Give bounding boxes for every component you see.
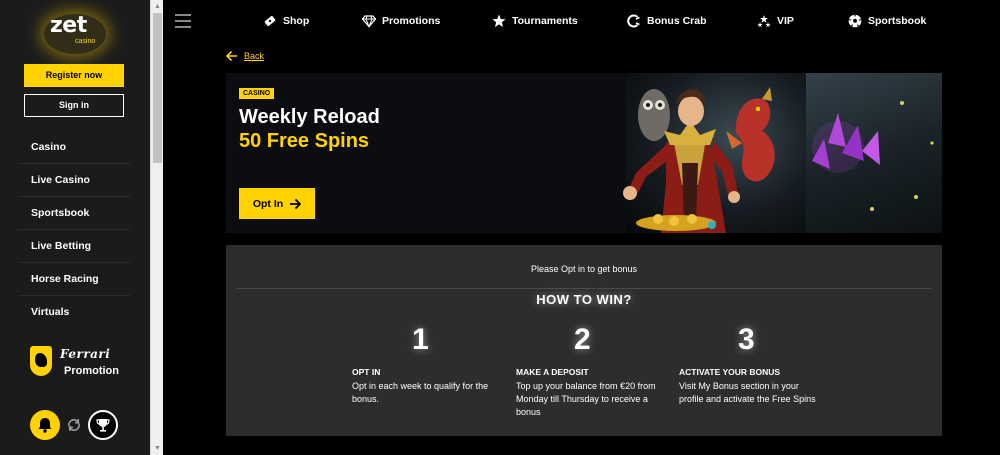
topnav-label: Sportsbook	[868, 15, 927, 27]
arrow-right-icon	[290, 198, 302, 209]
ferrari-brand: Ferrari	[60, 347, 111, 361]
sidebar-item-horse-racing[interactable]: Horse Racing	[18, 263, 130, 296]
signin-button[interactable]: Sign in	[24, 94, 124, 117]
step-description: Visit My Bonus section in your profile a…	[679, 381, 816, 404]
swap-icon[interactable]	[66, 417, 82, 433]
scrollbar-thumb[interactable]	[153, 13, 162, 163]
sidebar-bottom-icons	[30, 410, 130, 442]
logo-text: zet	[50, 13, 87, 38]
logo-subtext: casino	[75, 38, 96, 45]
sidebar-item-sportsbook[interactable]: Sportsbook	[18, 197, 130, 230]
hamburger-menu-icon[interactable]	[175, 14, 191, 28]
crab-icon	[627, 14, 640, 28]
ferrari-promo-label: Promotion	[64, 365, 119, 377]
promo-banner: CASINO Weekly Reload 50 Free Spins Opt I…	[226, 73, 942, 233]
category-badge: CASINO	[239, 88, 275, 99]
opt-in-button[interactable]: Opt In	[239, 188, 315, 219]
bonus-info-panel: Please Opt in to get bonus HOW TO WIN? 1…	[226, 245, 942, 436]
zet-casino-logo[interactable]: zet casino	[44, 13, 106, 54]
topnav-vip[interactable]: VIP	[757, 12, 794, 30]
register-button[interactable]: Register now	[24, 64, 124, 87]
ferrari-shield-icon	[30, 346, 52, 376]
banner-title: Weekly Reload	[239, 106, 380, 128]
back-link[interactable]: Back	[226, 50, 264, 62]
divider	[236, 288, 932, 289]
banner-subtitle: 50 Free Spins	[239, 130, 370, 152]
diamond-icon	[362, 15, 376, 28]
sidebar-item-live-betting[interactable]: Live Betting	[18, 230, 130, 263]
topnav-shop[interactable]: Shop	[263, 12, 309, 30]
scroll-down-arrow-icon[interactable]: ▼	[153, 444, 162, 453]
arrow-left-icon	[226, 50, 237, 62]
topnav-label: Tournaments	[512, 15, 578, 27]
topnav-label: VIP	[777, 15, 794, 27]
sidebar-nav: Casino Live Casino Sportsbook Live Betti…	[18, 131, 130, 329]
topnav-bonus-crab[interactable]: Bonus Crab	[627, 12, 707, 30]
step-number: 1	[412, 323, 429, 356]
how-to-win-heading: HOW TO WIN?	[536, 292, 632, 307]
sidebar: zet casino Register now Sign in Casino L…	[0, 0, 150, 455]
back-label: Back	[244, 51, 265, 61]
top-navigation: Shop Promotions Tournaments Bonus Crab V…	[163, 0, 1000, 42]
step-number: 2	[574, 323, 591, 356]
step-title: OPT IN	[352, 367, 381, 377]
trophy-icon[interactable]	[88, 410, 118, 440]
ticket-icon	[264, 15, 276, 27]
ferrari-promotion[interactable]: Ferrari Promotion	[30, 346, 130, 386]
step-title: MAKE A DEPOSIT	[516, 367, 589, 377]
stars-icon	[757, 15, 771, 28]
sidebar-item-casino[interactable]: Casino	[18, 131, 130, 164]
sidebar-item-virtuals[interactable]: Virtuals	[18, 296, 130, 329]
topnav-sportsbook[interactable]: Sportsbook	[848, 12, 926, 30]
step-number: 3	[738, 323, 755, 356]
sidebar-scrollbar[interactable]: ▲ ▼	[150, 0, 163, 455]
opt-in-prompt: Please Opt in to get bonus	[530, 264, 638, 274]
topnav-promotions[interactable]: Promotions	[362, 12, 440, 30]
star-icon	[492, 14, 506, 27]
bell-icon[interactable]	[30, 410, 60, 440]
opt-in-label: Opt In	[252, 197, 284, 210]
step-description: Top up your balance from €20 from Monday…	[516, 381, 656, 417]
topnav-label: Bonus Crab	[647, 15, 707, 27]
step-description: Opt in each week to qualify for the bonu…	[352, 381, 489, 404]
soccer-ball-icon	[848, 14, 862, 28]
sidebar-item-live-casino[interactable]: Live Casino	[18, 164, 130, 197]
wizard-dragon-illustration	[623, 87, 934, 233]
scroll-up-arrow-icon[interactable]: ▲	[153, 2, 162, 11]
topnav-label: Shop	[283, 15, 310, 27]
topnav-tournaments[interactable]: Tournaments	[492, 12, 578, 30]
step-title: ACTIVATE YOUR BONUS	[679, 367, 781, 377]
topnav-label: Promotions	[382, 15, 441, 27]
